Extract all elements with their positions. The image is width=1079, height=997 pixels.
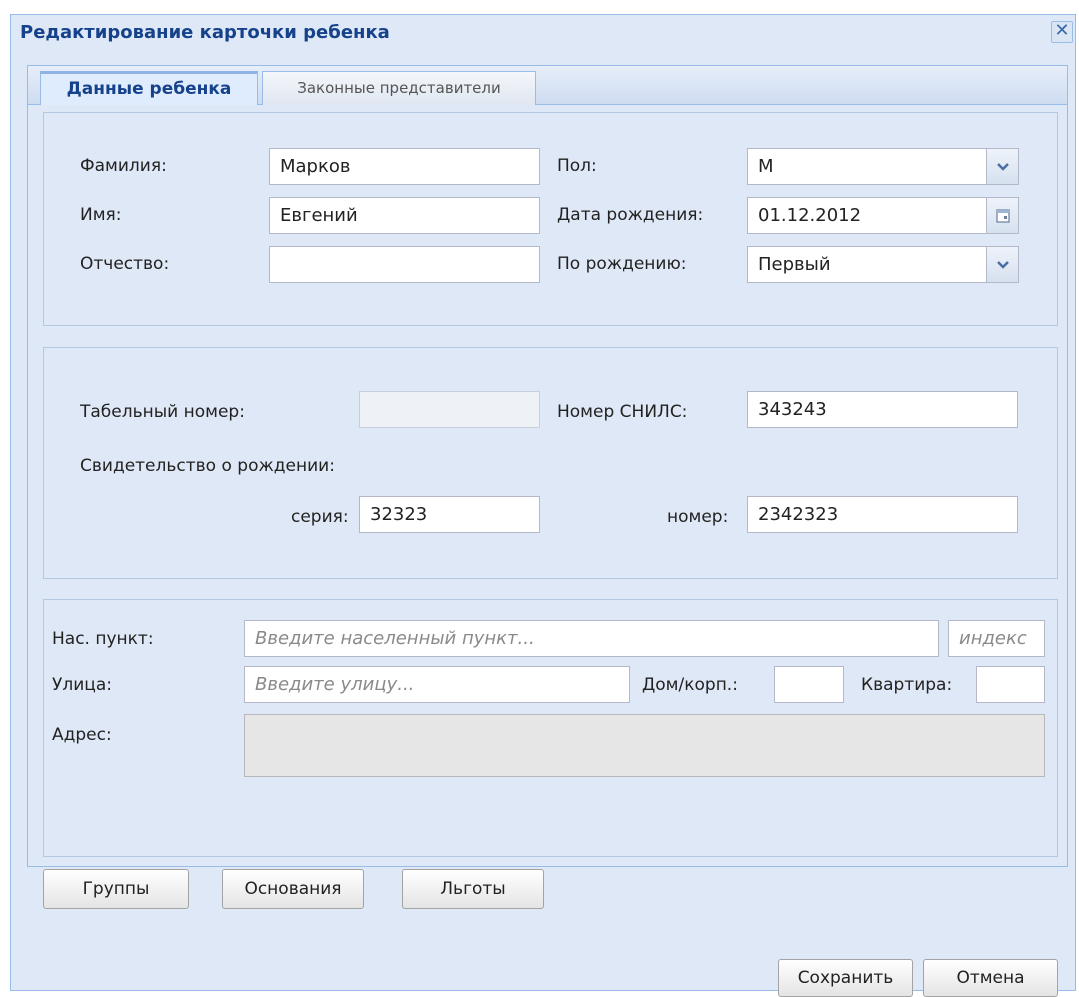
series-label: серия: [291,507,349,527]
firstname-field[interactable]: Евгений [269,197,540,234]
chevron-down-icon [996,162,1009,171]
tab-number-field [359,391,540,428]
city-input[interactable]: Введите населенный пункт... [244,620,939,657]
postal-index-input[interactable]: индекс [948,620,1045,657]
close-icon: ✕ [1054,20,1070,41]
address-label: Адрес: [52,725,112,745]
lastname-field[interactable]: Марков [269,148,540,185]
house-field[interactable] [774,666,844,703]
street-label: Улица: [52,675,112,695]
close-button[interactable]: ✕ [1051,21,1073,43]
apartment-field[interactable] [976,666,1045,703]
snils-label: Номер СНИЛС: [557,402,688,422]
gender-select[interactable]: М [747,148,987,185]
lastname-label: Фамилия: [80,156,167,176]
patronymic-field[interactable] [269,246,540,283]
window-title: Редактирование карточки ребенка [20,22,390,43]
save-button[interactable]: Сохранить [778,959,913,997]
birth-order-dropdown-button[interactable] [987,246,1019,283]
benefits-button[interactable]: Льготы [402,869,544,909]
firstname-label: Имя: [80,205,122,225]
birthdate-calendar-button[interactable] [987,197,1019,234]
identifiers-fieldset: Табельный номер: Номер СНИЛС: 343243 Сви… [43,347,1058,579]
city-label: Нас. пункт: [52,629,154,649]
edit-child-card-window: Редактирование карточки ребенка ✕ Данные… [10,14,1076,997]
tab-panel-child-data: Фамилия: Марков Имя: Евгений Отчество: П… [27,105,1068,867]
personal-data-fieldset: Фамилия: Марков Имя: Евгений Отчество: П… [43,112,1058,326]
address-fieldset: Нас. пункт: Введите населенный пункт... … [43,599,1058,857]
birth-order-select[interactable]: Первый [747,246,987,283]
birth-certificate-label: Свидетельство о рождении: [80,456,335,476]
birthdate-field[interactable]: 01.12.2012 [747,197,987,234]
tab-child-data[interactable]: Данные ребенка [40,71,258,106]
series-field[interactable]: 32323 [359,496,540,533]
number-label: номер: [667,507,729,527]
calendar-icon [995,208,1010,223]
groups-button[interactable]: Группы [43,869,189,909]
house-label: Дом/корп.: [642,675,738,695]
gender-dropdown-button[interactable] [987,148,1019,185]
grounds-button[interactable]: Основания [222,869,364,909]
street-input[interactable]: Введите улицу... [244,666,630,703]
gender-label: Пол: [557,156,597,176]
birthdate-label: Дата рождения: [557,205,704,225]
snils-field[interactable]: 343243 [747,391,1018,428]
tab-number-label: Табельный номер: [80,402,245,422]
tab-strip: Данные ребенка Законные представители [27,65,1068,106]
apartment-label: Квартира: [861,675,953,695]
number-field[interactable]: 2342323 [747,496,1018,533]
chevron-down-icon [996,260,1009,269]
birth-order-label: По рождению: [557,254,687,274]
cancel-button[interactable]: Отмена [923,959,1058,997]
tab-legal-representatives[interactable]: Законные представители [262,71,536,106]
window-titlebar[interactable]: Редактирование карточки ребенка ✕ [11,15,1075,51]
patronymic-label: Отчество: [80,254,170,274]
address-field [244,714,1045,777]
